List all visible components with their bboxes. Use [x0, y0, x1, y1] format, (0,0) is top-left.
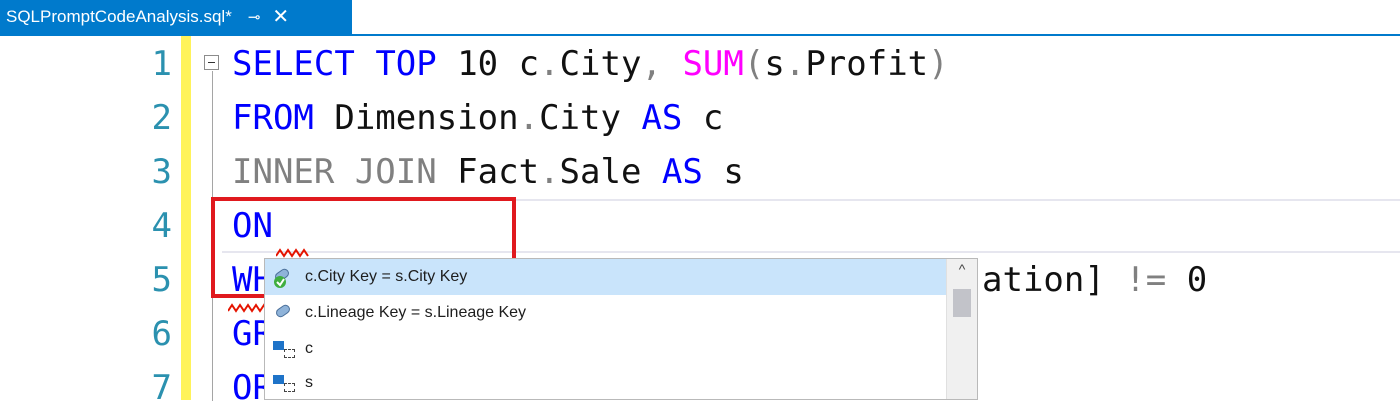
document-tab-strip: SQLPromptCodeAnalysis.sql* ⊸ ✕	[0, 0, 1400, 36]
line-number: 4	[151, 206, 172, 246]
keyword: TOP	[375, 44, 437, 84]
function-name: SUM	[682, 44, 744, 84]
line-number: 2	[151, 98, 172, 138]
operator: ,	[641, 44, 662, 84]
collapse-icon[interactable]	[204, 55, 219, 70]
keyword: AS	[641, 98, 683, 138]
code-line-5-tail: ation] != 0	[982, 253, 1207, 307]
keyword: FROM	[232, 98, 314, 138]
code-text: ation]	[982, 260, 1105, 300]
line-number: 6	[151, 314, 172, 354]
operator: .	[539, 44, 560, 84]
code-text: 0	[1186, 260, 1208, 300]
list-item[interactable]: c	[265, 331, 946, 367]
table-alias-icon	[271, 337, 301, 361]
code-line-3: INNER JOIN Fact.Sale AS s	[232, 145, 744, 199]
line-number: 1	[151, 44, 172, 84]
change-tracking-bar	[181, 36, 191, 400]
operator: )	[928, 44, 949, 84]
code-text: Fact	[436, 152, 540, 192]
code-text: City	[559, 44, 642, 84]
code-text: s	[702, 152, 744, 192]
keyword: AS	[661, 152, 703, 192]
operator: .	[539, 152, 560, 192]
completion-label: c.City Key = s.City Key	[305, 268, 468, 285]
join-icon	[271, 301, 301, 325]
code-text: Profit	[805, 44, 929, 84]
keyword: SELECT	[232, 44, 355, 84]
code-text: c	[682, 98, 724, 138]
list-item[interactable]: s	[265, 365, 946, 401]
operator: .	[784, 44, 806, 84]
operator: (	[743, 44, 765, 84]
close-icon[interactable]: ✕	[272, 7, 289, 27]
scroll-thumb[interactable]	[953, 289, 971, 317]
scroll-up-icon[interactable]: ^	[947, 261, 977, 277]
code-text: Sale	[559, 152, 662, 192]
completion-label: c	[305, 340, 313, 357]
completion-label: s	[305, 374, 313, 391]
operator: !=	[1104, 260, 1187, 300]
line-number: 3	[151, 152, 172, 192]
error-squiggle	[228, 303, 268, 313]
join-icon	[271, 265, 301, 289]
document-tab[interactable]: SQLPromptCodeAnalysis.sql* ⊸ ✕	[0, 0, 352, 34]
code-text: 10 c	[436, 44, 540, 84]
code-line-1: SELECT TOP 10 c.City, SUM(s.Profit)	[232, 37, 949, 91]
list-item[interactable]: c.City Key = s.City Key	[265, 259, 946, 295]
code-text: City	[539, 98, 642, 138]
completion-label: c.Lineage Key = s.Lineage Key	[305, 304, 527, 321]
pin-icon[interactable]: ⊸	[248, 8, 261, 26]
popup-scrollbar[interactable]: ^	[946, 259, 977, 399]
tab-title: SQLPromptCodeAnalysis.sql*	[6, 7, 232, 26]
code-text: s	[764, 44, 785, 84]
line-number: 7	[151, 368, 172, 408]
line-number: 5	[151, 260, 172, 300]
autocomplete-popup[interactable]: c.City Key = s.City Key c.Lineage Key = …	[264, 258, 978, 400]
keyword: INNER JOIN	[232, 152, 437, 192]
code-line-2: FROM Dimension.City AS c	[232, 91, 723, 145]
code-text: Dimension	[313, 98, 519, 138]
operator: .	[518, 98, 540, 138]
table-alias-icon	[271, 371, 301, 395]
list-item[interactable]: c.Lineage Key = s.Lineage Key	[265, 295, 946, 331]
